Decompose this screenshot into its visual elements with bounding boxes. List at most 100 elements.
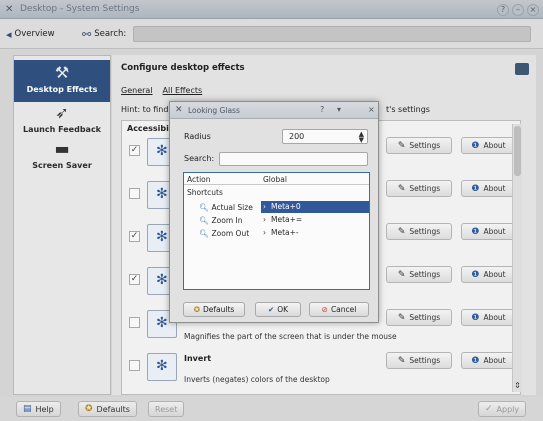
dialog-search-label: Search: <box>184 154 215 163</box>
pen-icon: ✎ <box>397 140 406 151</box>
defaults-icon: ✪ <box>85 404 93 414</box>
shortcut-cell[interactable]: › Meta+0 <box>261 201 369 213</box>
back-arrow-icon: ◂ <box>6 27 12 41</box>
column-global[interactable]: Global <box>263 175 287 184</box>
info-icon: ❶ <box>471 269 480 280</box>
about-button[interactable]: ❶ About <box>461 309 516 326</box>
settings-label: Settings <box>409 313 441 322</box>
about-button[interactable]: ❶ About <box>461 180 516 197</box>
info-icon: ❶ <box>471 312 480 323</box>
window-title: Desktop - System Settings <box>20 4 140 14</box>
reset-button[interactable]: Reset <box>148 401 185 417</box>
settings-button[interactable]: ✎ Settings <box>386 266 452 283</box>
effect-icon <box>147 353 177 381</box>
list-item: Invert Inverts (negates) colors of the d… <box>122 348 520 391</box>
defaults-icon: ✪ <box>193 305 200 314</box>
shortcut-cell[interactable]: › Meta+= <box>261 214 369 226</box>
list-scrollbar[interactable]: ⇕ <box>512 124 522 392</box>
effect-checkbox[interactable]: ✓ <box>129 274 140 285</box>
minimize-icon[interactable]: ▾ <box>337 105 341 114</box>
effect-checkbox[interactable]: ✓ <box>129 231 140 242</box>
settings-button[interactable]: ✎ Settings <box>386 137 452 154</box>
settings-label: Settings <box>409 270 441 279</box>
effect-description: Magnifies the part of the screen that is… <box>184 332 397 341</box>
dialog-titlebar: ✕ Looking Glass ? ▾ × <box>170 102 378 119</box>
search-input[interactable] <box>133 26 531 42</box>
hint-text: Hint: to find <box>121 105 169 114</box>
window-titlebar: ✕ Desktop - System Settings ? – × <box>0 0 543 19</box>
help-button[interactable]: ▤ Help <box>16 401 61 417</box>
cancel-button[interactable]: ⊘ Cancel <box>309 302 369 317</box>
tree-row[interactable]: 🔍︎ Actual Size › Meta+0 <box>184 201 369 213</box>
tree-row[interactable]: 🔍︎ Zoom In › Meta+= <box>184 214 369 226</box>
about-label: About <box>483 141 506 150</box>
search-label: Search: <box>94 29 127 39</box>
hint-text-right: t's settings <box>386 105 430 114</box>
minimize-icon[interactable]: – <box>512 4 524 16</box>
scroll-arrows-icon[interactable]: ⇕ <box>513 381 522 390</box>
toolbar: ◂ Overview ⚯ Search: <box>0 19 543 49</box>
effect-checkbox[interactable]: ✓ <box>129 145 140 156</box>
pen-icon: ✎ <box>397 226 406 237</box>
overview-button[interactable]: ◂ Overview <box>6 27 55 41</box>
shortcut-key: Meta+= <box>271 215 303 224</box>
cancel-label: Cancel <box>330 305 357 314</box>
spin-arrows-icon[interactable]: ▲ ▼ <box>359 131 364 144</box>
close-icon[interactable]: × <box>527 4 539 16</box>
about-label: About <box>483 313 506 322</box>
column-action[interactable]: Action <box>187 175 211 184</box>
apply-label: Apply <box>496 404 520 414</box>
dialog-search-input[interactable] <box>219 152 368 166</box>
effect-name: Invert <box>184 354 212 363</box>
tab-general[interactable]: General <box>121 86 153 95</box>
kwin-icon <box>515 63 529 75</box>
settings-button[interactable]: ✎ Settings <box>386 223 452 240</box>
sidebar-item-label: Screen Saver <box>32 161 92 170</box>
sidebar-item-label: Desktop Effects <box>26 85 98 94</box>
about-label: About <box>483 227 506 236</box>
action-name: Actual Size <box>211 203 253 212</box>
settings-label: Settings <box>409 184 441 193</box>
sidebar-item-desktop-effects[interactable]: ⚒ Desktop Effects <box>14 60 110 102</box>
radius-label: Radius <box>184 132 211 141</box>
about-button[interactable]: ❶ About <box>461 223 516 240</box>
about-button[interactable]: ❶ About <box>461 266 516 283</box>
about-button[interactable]: ❶ About <box>461 352 516 369</box>
tree-group-shortcuts[interactable]: Shortcuts <box>187 188 223 197</box>
sidebar-item-launch-feedback[interactable]: ➶ Launch Feedback <box>14 102 110 135</box>
ok-button[interactable]: ✔ OK <box>255 302 301 317</box>
dialog-defaults-button[interactable]: ✪ Defaults <box>183 302 245 317</box>
effect-checkbox[interactable] <box>129 360 140 371</box>
tab-all-effects[interactable]: All Effects <box>163 86 203 95</box>
shortcut-key: Meta+0 <box>271 202 301 211</box>
list-category-header: Accessibi <box>127 124 169 133</box>
tree-row[interactable]: 🔍︎ Zoom Out › Meta+- <box>184 227 369 239</box>
zoom-icon: 🔍︎ <box>199 203 209 212</box>
radius-value: 200 <box>289 132 305 141</box>
info-icon: ❶ <box>471 355 480 366</box>
info-icon: ❶ <box>471 226 480 237</box>
dialog-defaults-label: Defaults <box>202 305 235 314</box>
sidebar-item-screen-saver[interactable]: ▬ Screen Saver <box>14 138 110 171</box>
effect-checkbox[interactable] <box>129 317 140 328</box>
arrow-icon: › <box>263 215 266 224</box>
desktop-effects-icon: ⚒ <box>54 63 70 82</box>
radius-spinbox[interactable]: 200 ▲ ▼ <box>282 129 368 144</box>
reset-label: Reset <box>155 404 178 414</box>
apply-button[interactable]: ✓ Apply <box>478 401 527 417</box>
settings-button[interactable]: ✎ Settings <box>386 352 452 369</box>
pen-icon: ✎ <box>397 312 406 323</box>
defaults-button[interactable]: ✪ Defaults <box>78 401 137 417</box>
help-icon[interactable]: ? <box>497 4 509 16</box>
zoom-icon: 🔍︎ <box>199 229 209 238</box>
about-button[interactable]: ❶ About <box>461 137 516 154</box>
about-label: About <box>483 356 506 365</box>
help-icon[interactable]: ? <box>320 105 324 114</box>
pen-icon: ✎ <box>397 355 406 366</box>
effect-checkbox[interactable] <box>129 188 140 199</box>
settings-button[interactable]: ✎ Settings <box>386 309 452 326</box>
close-icon[interactable]: × <box>368 105 375 114</box>
scrollbar-thumb[interactable] <box>514 126 521 176</box>
settings-button[interactable]: ✎ Settings <box>386 180 452 197</box>
shortcut-cell[interactable]: › Meta+- <box>261 227 369 239</box>
